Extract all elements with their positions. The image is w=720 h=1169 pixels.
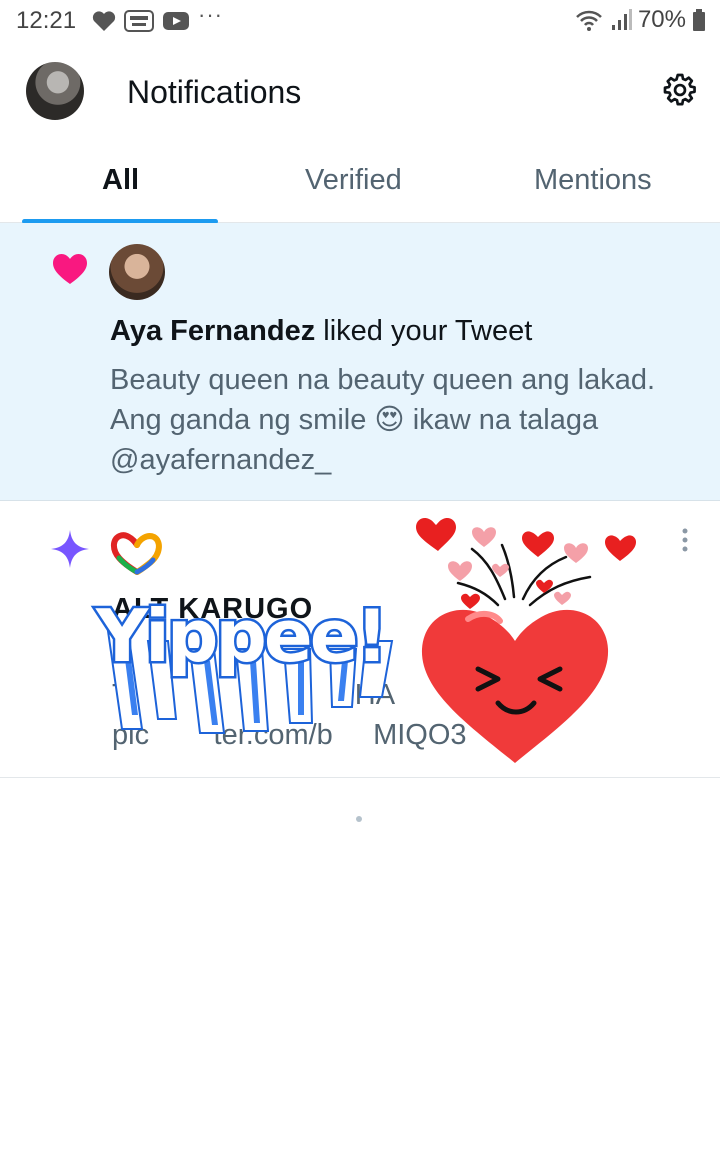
- page-title: Notifications: [127, 74, 302, 110]
- heart-icon: [53, 254, 87, 284]
- tweet-text-partial: A A A T HA W. pic ter.com/b MIQO3: [112, 635, 712, 755]
- heart-status-icon: [92, 11, 116, 32]
- notification-item[interactable]: ALT KARUGO A A A T HA W. pic ter.com/b M…: [0, 501, 720, 778]
- profile-avatar[interactable]: [26, 62, 84, 120]
- battery-icon: [693, 9, 705, 31]
- tweet-text-line: A A A: [112, 639, 503, 671]
- status-bar: 12:21 ··· 70%: [0, 0, 720, 44]
- status-right: 70%: [574, 6, 706, 34]
- tab-mentions[interactable]: Mentions: [534, 164, 652, 197]
- tab-all[interactable]: All: [102, 164, 139, 197]
- more-options-icon[interactable]: [680, 527, 690, 553]
- notification-tabs: All Verified Mentions: [0, 150, 720, 224]
- status-app-icons: [92, 9, 190, 33]
- battery-percent: 70%: [637, 6, 686, 33]
- tweet-text-line: pic ter.com/b MIQO3: [112, 719, 467, 751]
- youtube-icon: [163, 12, 189, 30]
- status-more-icon: ···: [198, 2, 223, 27]
- header: Notifications: [0, 52, 720, 132]
- loading-indicator: [356, 816, 362, 822]
- status-time: 12:21: [16, 7, 77, 34]
- tweet-text: Beauty queen na beauty queen ang lakad. …: [110, 364, 656, 476]
- tab-verified[interactable]: Verified: [305, 164, 402, 197]
- signal-icon: [611, 9, 632, 30]
- notification-action: liked your Tweet: [315, 315, 533, 347]
- user-name[interactable]: Aya Fernandez: [110, 315, 315, 347]
- user-name-partial[interactable]: ALT KARUGO: [112, 593, 313, 626]
- settings-gear-icon[interactable]: [662, 72, 698, 108]
- wifi-icon: [576, 10, 602, 31]
- app-badge-icon: [124, 10, 154, 32]
- notification-item[interactable]: Aya Fernandez liked your Tweet Beauty qu…: [0, 223, 720, 501]
- notification-summary: Aya Fernandez liked your Tweet: [110, 315, 532, 348]
- tweet-text-line: T HA W.: [112, 679, 524, 711]
- sparkle-icon: [51, 530, 89, 568]
- rainbow-heart-icon: [110, 532, 162, 575]
- user-avatar[interactable]: [109, 244, 165, 300]
